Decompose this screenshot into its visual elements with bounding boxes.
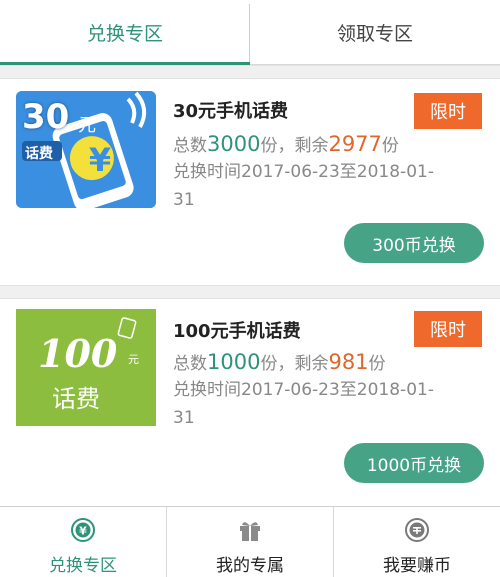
remaining-count: 2977 — [328, 132, 382, 156]
thumb-label: 话费 — [52, 385, 100, 413]
total-count: 1000 — [207, 350, 261, 374]
yen-coin-icon: ¥ — [71, 518, 95, 542]
exchange-button[interactable]: 300币兑换 — [344, 223, 484, 263]
limited-time-badge: 限时 — [414, 311, 482, 347]
thumb-unit: 元 — [78, 115, 96, 136]
total-label: 总数 — [173, 354, 207, 374]
list-item: 100 元 话费 100元手机话费 限时 总数1000份，剩余981份 兑换时间… — [0, 299, 500, 506]
total-count: 3000 — [207, 132, 261, 156]
limited-time-badge: 限时 — [414, 93, 482, 129]
nav-label: 兑换专区 — [49, 556, 117, 576]
exchange-button[interactable]: 1000币兑换 — [344, 443, 484, 483]
exchange-time-line2: 31 — [173, 190, 195, 210]
exchange-time-line2: 31 — [173, 408, 195, 428]
nav-my-exclusive[interactable]: 我的专属 — [166, 507, 333, 577]
item-title: 100元手机话费 — [173, 321, 301, 342]
remaining-unit: 份 — [381, 136, 399, 156]
total-unit: 份， — [260, 354, 295, 374]
remaining-count: 981 — [328, 350, 369, 374]
total-label: 总数 — [173, 136, 207, 156]
stock-line: 总数1000份，剩余981份 — [173, 349, 386, 378]
remaining-label: 剩余 — [294, 136, 329, 156]
bottom-navigation: ¥ 兑换专区 我的专属 我要赚币 — [0, 506, 500, 577]
tab-exchange-zone[interactable]: 兑换专区 — [0, 0, 250, 65]
tab-divider — [249, 4, 250, 62]
phone-credit-100-thumbnail: 100 元 话费 — [16, 309, 156, 426]
gift-icon — [240, 522, 260, 541]
list-item: ¥ 30 元 话费 30元手机话费 限时 总数3000份，剩余2977份 兑换时… — [0, 79, 500, 285]
nav-label: 我的专属 — [216, 556, 284, 576]
section-separator — [0, 285, 500, 299]
top-tab-bar: 兑换专区 领取专区 — [0, 0, 500, 65]
phone-credit-30-thumbnail: ¥ 30 元 话费 — [16, 91, 156, 208]
exchange-time-line1: 兑换时间2017-06-23至2018-01- — [173, 162, 434, 182]
thumb-unit: 元 — [128, 353, 139, 366]
remaining-label: 剩余 — [294, 354, 329, 374]
nav-label: 我要赚币 — [383, 556, 451, 576]
item-title: 30元手机话费 — [173, 101, 289, 122]
section-separator — [0, 65, 500, 79]
remaining-unit: 份 — [368, 354, 386, 374]
nav-earn-coins[interactable]: 我要赚币 — [333, 507, 500, 577]
coin-icon — [405, 518, 429, 542]
thumb-amount: 100 — [38, 331, 118, 376]
total-unit: 份， — [260, 136, 295, 156]
exchange-time-line1: 兑换时间2017-06-23至2018-01- — [173, 380, 434, 400]
thumb-amount: 30 — [22, 97, 70, 137]
svg-text:¥: ¥ — [89, 141, 111, 179]
thumb-label: 话费 — [25, 146, 53, 162]
nav-exchange-zone[interactable]: ¥ 兑换专区 — [0, 507, 166, 577]
svg-text:¥: ¥ — [79, 525, 87, 538]
stock-line: 总数3000份，剩余2977份 — [173, 131, 399, 160]
tab-claim-zone[interactable]: 领取专区 — [250, 0, 500, 64]
